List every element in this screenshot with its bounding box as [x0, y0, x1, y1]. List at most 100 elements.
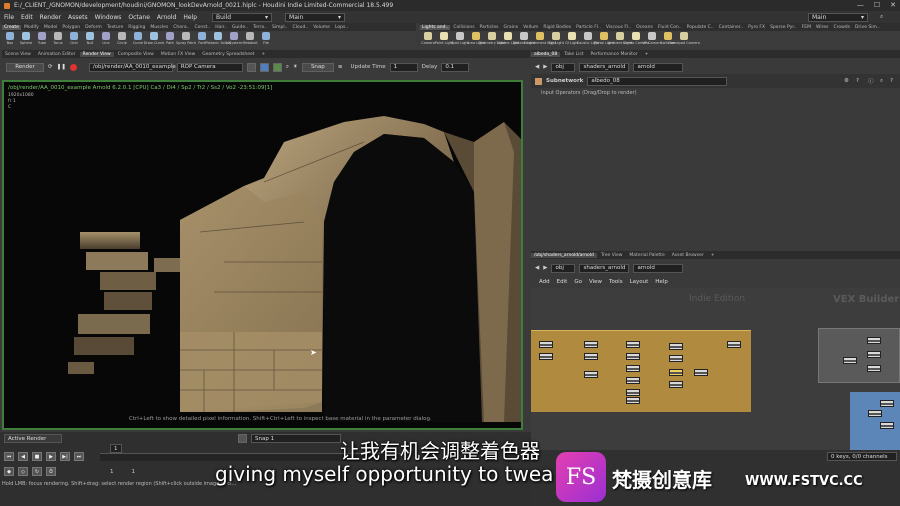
shelf-tool[interactable]: L-System: [226, 31, 242, 49]
tab-asset-browser[interactable]: Asset Browser: [669, 253, 707, 258]
shelf-tab[interactable]: Rigging: [126, 25, 147, 30]
first-frame-icon[interactable]: ⏮: [4, 452, 14, 461]
minimize-icon[interactable]: —: [857, 1, 864, 9]
shelf-tab[interactable]: Sparse Pyr..: [768, 25, 799, 30]
color-icon[interactable]: [272, 62, 282, 72]
menu-go[interactable]: Go: [574, 279, 582, 285]
shelf-tool[interactable]: Box: [2, 31, 18, 49]
shelf-tool[interactable]: Camera: [420, 31, 436, 49]
shelf-tab[interactable]: Vellum: [521, 25, 540, 30]
shader-node[interactable]: [539, 341, 553, 348]
tab-tree-view[interactable]: Tree View: [598, 253, 626, 258]
render-viewport[interactable]: /obj/render/AA_0010_example Arnold 6.2.0…: [2, 80, 523, 430]
shelf-tab[interactable]: Lops..: [333, 25, 350, 30]
shelf-tab[interactable]: Wires: [814, 25, 830, 30]
pause-icon[interactable]: ❚❚: [57, 64, 66, 70]
key-all-icon[interactable]: ◇: [18, 467, 28, 476]
shader-node[interactable]: [584, 371, 598, 378]
shelf-tool[interactable]: Torus: [50, 31, 66, 49]
render-button[interactable]: Render: [6, 62, 44, 72]
path-arnold[interactable]: arnold: [633, 62, 684, 72]
shelf-tool[interactable]: Grid: [66, 31, 82, 49]
shelf-tool[interactable]: Spot Light: [451, 31, 469, 49]
tab-take-list[interactable]: Take List: [561, 52, 586, 57]
tab-albedo[interactable]: albedo_08: [531, 51, 561, 57]
key-icon[interactable]: ◆: [4, 467, 14, 476]
shader-node[interactable]: [626, 389, 640, 396]
network-box-grey[interactable]: [818, 328, 900, 383]
shelf-tool[interactable]: File: [258, 31, 274, 49]
zoom-icon[interactable]: ⌕: [880, 78, 883, 85]
forward-icon[interactable]: ▶: [543, 265, 547, 271]
shelf-tab[interactable]: Pyro FX: [746, 25, 767, 30]
shelf-tab[interactable]: Deform: [83, 25, 104, 30]
menu-arnold[interactable]: Arnold: [157, 14, 176, 21]
shelf-tool[interactable]: Platonic Solids: [205, 31, 231, 49]
active-render-select[interactable]: Active Render: [4, 434, 62, 443]
menu-render[interactable]: Render: [40, 14, 61, 21]
shader-node[interactable]: [867, 351, 881, 358]
prev-key-icon[interactable]: ◀: [18, 452, 28, 461]
shader-node[interactable]: [843, 357, 857, 364]
shader-node[interactable]: [584, 341, 598, 348]
shelf-tool[interactable]: Spray Paint: [176, 31, 196, 49]
last-frame-icon[interactable]: ⏭: [74, 452, 84, 461]
shelf-tab[interactable]: Terra..: [251, 25, 269, 30]
shelf-tool[interactable]: Tube: [34, 31, 50, 49]
shader-node[interactable]: [867, 337, 881, 344]
shelf-tab[interactable]: Oceans: [634, 25, 655, 30]
shelf-tab[interactable]: Particle Fl..: [574, 25, 603, 30]
tab-geometry-spreadsheet[interactable]: Geometry Spreadsheet: [199, 52, 257, 57]
shader-node[interactable]: [669, 355, 683, 362]
shelf-tab[interactable]: Collisions: [451, 25, 476, 30]
shelf-tool[interactable]: Caustic Light: [577, 31, 599, 49]
bulb-icon[interactable]: ☀: [293, 64, 298, 70]
stop-icon[interactable]: [69, 63, 77, 71]
path-arnold[interactable]: arnold: [633, 263, 684, 273]
network-box[interactable]: [531, 330, 751, 412]
menu-add[interactable]: Add: [539, 279, 550, 285]
preview-icon[interactable]: [259, 62, 269, 72]
search-icon[interactable]: ⌕: [880, 13, 883, 21]
path-obj[interactable]: obj: [551, 62, 576, 72]
shader-node[interactable]: [880, 400, 894, 407]
shelf-tool[interactable]: Volume Light: [497, 31, 519, 49]
shader-node[interactable]: [727, 341, 741, 348]
desktop-build-select[interactable]: Build ▾: [212, 12, 273, 22]
shelf-tool[interactable]: Font: [194, 31, 210, 49]
delay-field[interactable]: 0.1: [441, 62, 470, 72]
main-select-right[interactable]: Main ▾: [808, 12, 868, 22]
shelf-tool[interactable]: Path: [162, 31, 178, 49]
shader-node[interactable]: [669, 343, 683, 350]
render-path-field[interactable]: /obj/render/AA_0010_example: [88, 62, 176, 72]
menu-octane[interactable]: Octane: [128, 14, 150, 21]
shelf-tool[interactable]: Point Light: [435, 31, 453, 49]
shelf-tool[interactable]: Sphere: [18, 31, 34, 49]
zoom-icon[interactable]: ⌕: [286, 64, 289, 71]
shader-node[interactable]: [868, 410, 882, 417]
shelf-tab[interactable]: Hair..: [213, 25, 229, 30]
selected-shader-node[interactable]: [669, 369, 683, 376]
tab-performance-monitor[interactable]: Performance Monitor: [588, 52, 641, 57]
shelf-tab[interactable]: FEM: [800, 25, 813, 30]
shelf-tab[interactable]: Lights and..: [420, 24, 451, 30]
shader-node[interactable]: [626, 353, 640, 360]
node-name-field[interactable]: albedo_08: [587, 76, 728, 86]
shelf-tool[interactable]: Curve: [130, 31, 146, 49]
stop-icon[interactable]: ■: [32, 452, 42, 461]
shader-node[interactable]: [584, 353, 598, 360]
options-icon[interactable]: ≡: [338, 64, 343, 70]
shelf-tab[interactable]: Const..: [193, 25, 213, 30]
shelf-tab[interactable]: Volume: [311, 25, 332, 30]
shelf-tool[interactable]: Metaball: [242, 31, 258, 49]
tab-animation-editor[interactable]: Animation Editor: [35, 52, 79, 57]
shelf-tool[interactable]: Circle: [114, 31, 130, 49]
refresh-icon[interactable]: ⟳: [48, 64, 53, 70]
menu-file[interactable]: File: [4, 14, 14, 21]
shelf-tab[interactable]: Particles: [478, 25, 501, 30]
add-tab-icon[interactable]: +: [642, 52, 652, 57]
shelf-tab[interactable]: Texture: [105, 25, 125, 30]
menu-layout[interactable]: Layout: [630, 279, 649, 285]
shelf-tab[interactable]: Rigid Bodies: [541, 25, 573, 30]
tab-composite-view[interactable]: Composite View: [115, 52, 157, 57]
